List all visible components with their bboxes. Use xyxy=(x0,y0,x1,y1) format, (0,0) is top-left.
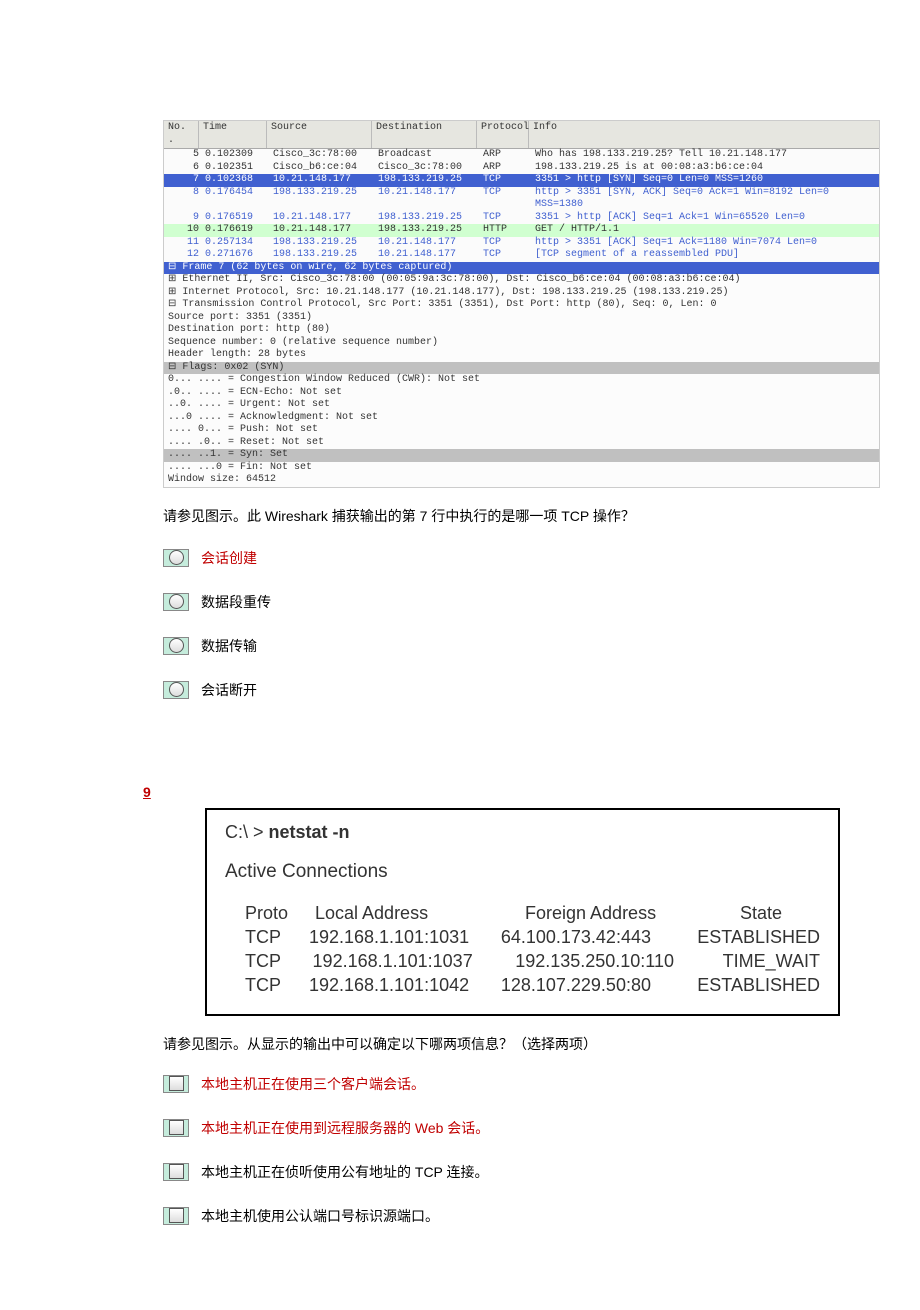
cmd-text: netstat -n xyxy=(269,822,350,842)
radio-button[interactable] xyxy=(163,593,189,611)
q8-option[interactable]: 数据传输 xyxy=(163,636,880,656)
col-header-no: No. . xyxy=(164,121,199,148)
radio-button[interactable] xyxy=(163,681,189,699)
detail-sport: Source port: 3351 (3351) xyxy=(164,312,879,325)
netstat-row: TCP192.168.1.101:1042128.107.229.50:80ES… xyxy=(245,973,820,997)
q9-option[interactable]: 本地主机使用公认端口号标识源端口。 xyxy=(163,1206,880,1226)
q8-option[interactable]: 数据段重传 xyxy=(163,592,880,612)
option-text: 会话创建 xyxy=(201,548,257,568)
packet-row: 120.271676198.133.219.2510.21.148.177TCP… xyxy=(164,249,879,262)
option-text: 本地主机正在使用到远程服务器的 Web 会话。 xyxy=(201,1118,489,1138)
ns-hdr-proto: Proto xyxy=(245,901,315,925)
checkbox[interactable] xyxy=(163,1075,189,1093)
netstat-screenshot: C:\ > netstat -n Active Connections Prot… xyxy=(205,808,840,1016)
detail-ethernet: ⊞ Ethernet II, Src: Cisco_3c:78:00 (00:0… xyxy=(164,274,879,287)
detail-psh: .... 0... = Push: Not set xyxy=(164,424,879,437)
detail-ack: ...0 .... = Acknowledgment: Not set xyxy=(164,412,879,425)
q8-question-text: 请参见图示。此 Wireshark 捕获输出的第 7 行中执行的是哪一项 TCP… xyxy=(163,506,880,526)
option-text: 数据传输 xyxy=(201,636,257,656)
detail-seq: Sequence number: 0 (relative sequence nu… xyxy=(164,337,879,350)
detail-syn: .... ..1. = Syn: Set xyxy=(164,449,879,462)
checkbox[interactable] xyxy=(163,1207,189,1225)
detail-flags: ⊟ Flags: 0x02 (SYN) xyxy=(164,362,879,375)
ns-hdr-state: State xyxy=(740,901,820,925)
col-header-dst: Destination xyxy=(372,121,477,148)
col-header-proto: Protocol xyxy=(477,121,529,148)
option-text: 本地主机使用公认端口号标识源端口。 xyxy=(201,1206,439,1226)
detail-ip: ⊞ Internet Protocol, Src: 10.21.148.177 … xyxy=(164,287,879,300)
wireshark-detail-pane: ⊟ Frame 7 (62 bytes on wire, 62 bytes ca… xyxy=(164,262,879,487)
detail-win: Window size: 64512 xyxy=(164,474,879,487)
option-text: 本地主机正在使用三个客户端会话。 xyxy=(201,1074,425,1094)
detail-urg: ..0. .... = Urgent: Not set xyxy=(164,399,879,412)
packet-row: 70.10236810.21.148.177198.133.219.25TCP3… xyxy=(164,174,879,187)
checkbox[interactable] xyxy=(163,1163,189,1181)
q8-option[interactable]: 会话断开 xyxy=(163,680,880,700)
option-text: 本地主机正在侦听使用公有地址的 TCP 连接。 xyxy=(201,1162,489,1182)
detail-ecn: .0.. .... = ECN-Echo: Not set xyxy=(164,387,879,400)
packet-row: 60.102351Cisco_b6:ce:04Cisco_3c:78:00ARP… xyxy=(164,162,879,175)
option-text: 数据段重传 xyxy=(201,592,271,612)
cmd-prefix: C:\ > xyxy=(225,822,269,842)
netstat-header-row: Proto Local Address Foreign Address Stat… xyxy=(245,901,820,925)
ns-hdr-foreign: Foreign Address xyxy=(525,901,740,925)
packet-row: 50.102309Cisco_3c:78:00BroadcastARPWho h… xyxy=(164,149,879,162)
q9-option[interactable]: 本地主机正在侦听使用公有地址的 TCP 连接。 xyxy=(163,1162,880,1182)
detail-fin: .... ...0 = Fin: Not set xyxy=(164,462,879,475)
q8-option[interactable]: 会话创建 xyxy=(163,548,880,568)
packet-row: 110.257134198.133.219.2510.21.148.177TCP… xyxy=(164,237,879,250)
col-header-info: Info xyxy=(529,121,879,148)
netstat-row: TCP192.168.1.101:1037192.135.250.10:110T… xyxy=(245,949,820,973)
checkbox[interactable] xyxy=(163,1119,189,1137)
radio-button[interactable] xyxy=(163,549,189,567)
option-text: 会话断开 xyxy=(201,680,257,700)
detail-cwr: 0... .... = Congestion Window Reduced (C… xyxy=(164,374,879,387)
q9-option[interactable]: 本地主机正在使用三个客户端会话。 xyxy=(163,1074,880,1094)
netstat-row: TCP192.168.1.101:103164.100.173.42:443ES… xyxy=(245,925,820,949)
wireshark-header: No. . Time Source Destination Protocol I… xyxy=(164,121,879,149)
q9-number: 9 xyxy=(143,784,920,800)
ns-hdr-local: Local Address xyxy=(315,901,525,925)
packet-row: 90.17651910.21.148.177198.133.219.25TCP3… xyxy=(164,212,879,225)
q9-option[interactable]: 本地主机正在使用到远程服务器的 Web 会话。 xyxy=(163,1118,880,1138)
packet-row: 80.176454198.133.219.2510.21.148.177TCPh… xyxy=(164,187,879,212)
detail-hlen: Header length: 28 bytes xyxy=(164,349,879,362)
detail-tcp: ⊟ Transmission Control Protocol, Src Por… xyxy=(164,299,879,312)
col-header-src: Source xyxy=(267,121,372,148)
radio-button[interactable] xyxy=(163,637,189,655)
netstat-subtitle: Active Connections xyxy=(225,861,820,883)
detail-frame: ⊟ Frame 7 (62 bytes on wire, 62 bytes ca… xyxy=(164,262,879,275)
q9-question-text: 请参见图示。从显示的输出中可以确定以下哪两项信息？（选择两项） xyxy=(163,1034,880,1054)
netstat-cmd-line: C:\ > netstat -n xyxy=(225,822,820,843)
col-header-time: Time xyxy=(199,121,267,148)
packet-row: 100.17661910.21.148.177198.133.219.25HTT… xyxy=(164,224,879,237)
wireshark-screenshot: No. . Time Source Destination Protocol I… xyxy=(163,120,880,488)
detail-rst: .... .0.. = Reset: Not set xyxy=(164,437,879,450)
detail-dport: Destination port: http (80) xyxy=(164,324,879,337)
